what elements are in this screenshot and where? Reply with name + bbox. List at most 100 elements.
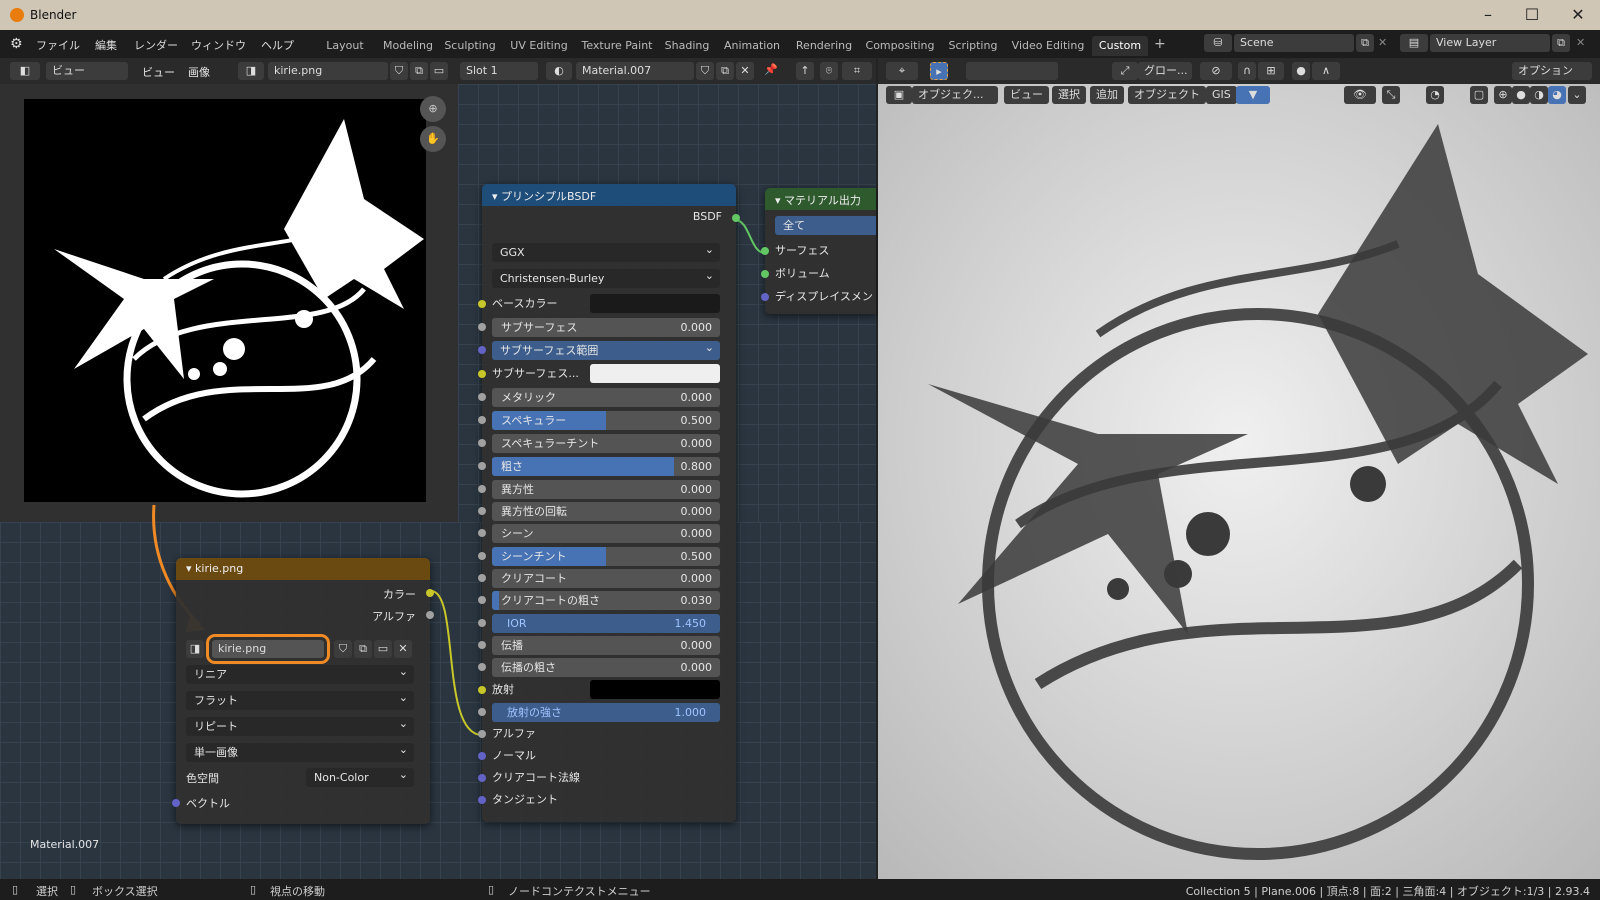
socket-transmission-roughness[interactable] <box>478 663 486 671</box>
object-mode-dropdown[interactable]: オブジェク... <box>912 86 998 104</box>
scene-selector-icon[interactable]: ⛁ <box>1204 34 1232 52</box>
transmission-field[interactable]: 伝播 0.000 <box>492 636 720 655</box>
output-node-header[interactable]: ▾ マテリアル出力 <box>765 188 876 210</box>
new-scene-icon[interactable]: ⧉ <box>1356 34 1374 52</box>
socket-specular[interactable] <box>478 416 486 424</box>
subsurface-field[interactable]: サブサーフェス 0.000 <box>492 318 720 337</box>
viewport-visibility-icon[interactable]: 👁 <box>1344 86 1376 104</box>
tab-custom[interactable]: Custom <box>1092 36 1148 56</box>
socket-sheen-tint[interactable] <box>478 552 486 560</box>
view-layer-field[interactable]: View Layer <box>1430 34 1550 52</box>
emission-strength-field[interactable]: 放射の強さ 1.000 <box>492 703 720 722</box>
minimize-button[interactable]: – <box>1466 4 1510 26</box>
gizmo-icon[interactable]: ⤡ <box>1382 86 1400 104</box>
subsurface-color-swatch[interactable] <box>590 364 720 383</box>
projection-dropdown[interactable]: フラット <box>186 688 414 710</box>
base-color-swatch[interactable] <box>590 294 720 313</box>
socket-subsurface[interactable] <box>478 323 486 331</box>
socket-clearcoat-roughness[interactable] <box>478 596 486 604</box>
clearcoat-field[interactable]: クリアコート 0.000 <box>492 569 720 588</box>
socket-anisotropic[interactable] <box>478 485 486 493</box>
emission-color-swatch[interactable] <box>590 680 720 699</box>
select-mode-group[interactable] <box>966 62 1058 80</box>
transform-orientation-icon[interactable]: ⤢ <box>1112 62 1138 80</box>
socket-displacement-in[interactable] <box>761 293 769 301</box>
remove-view-layer-icon[interactable]: ✕ <box>1576 36 1585 49</box>
solid-shading-icon[interactable]: ● <box>1512 86 1530 104</box>
new-view-layer-icon[interactable]: ⧉ <box>1552 34 1570 52</box>
specular-tint-field[interactable]: スペキュラーチント 0.000 <box>492 434 720 453</box>
interpolation-dropdown[interactable]: リニア <box>186 662 414 684</box>
gis-addon-icon[interactable]: ▼ <box>1236 86 1270 104</box>
close-button[interactable]: ✕ <box>1556 4 1600 26</box>
viewport-add-menu[interactable]: 追加 <box>1090 86 1124 104</box>
image-open-folder-icon[interactable]: ▭ <box>374 640 392 658</box>
anisotropic-field[interactable]: 異方性 0.000 <box>492 480 720 499</box>
material-shading-icon[interactable]: ◑ <box>1530 86 1548 104</box>
view-layer-selector-icon[interactable]: ▤ <box>1400 34 1428 52</box>
rendered-shading-icon[interactable]: ◕ <box>1548 86 1566 104</box>
socket-color-out[interactable] <box>426 589 434 597</box>
specular-field[interactable]: スペキュラー 0.500 <box>492 411 720 430</box>
distribution-dropdown[interactable]: GGX <box>492 240 720 262</box>
viewport-select-menu[interactable]: 選択 <box>1052 86 1086 104</box>
shading-options-icon[interactable]: ⌄ <box>1568 86 1586 104</box>
source-dropdown[interactable]: 単一画像 <box>186 740 414 762</box>
socket-tangent[interactable] <box>478 796 486 804</box>
image-file-field[interactable]: kirie.png <box>206 634 330 664</box>
roughness-field[interactable]: 粗さ 0.800 <box>492 457 720 476</box>
viewport-object-menu[interactable]: オブジェクト <box>1128 86 1206 104</box>
snapping-magnet-icon[interactable]: ∩ <box>1238 62 1256 80</box>
socket-specular-tint[interactable] <box>478 439 486 447</box>
colorspace-dropdown[interactable]: Non-Color <box>306 765 414 787</box>
scene-name-field[interactable]: Scene <box>1234 34 1354 52</box>
transmission-roughness-field[interactable]: 伝播の粗さ 0.000 <box>492 658 720 677</box>
object-mode-icon[interactable]: ▣ <box>886 86 912 104</box>
subsurface-method-dropdown[interactable]: Christensen-Burley <box>492 266 720 288</box>
socket-emission-strength[interactable] <box>478 708 486 716</box>
socket-bsdf-out[interactable] <box>732 214 740 222</box>
socket-metallic[interactable] <box>478 393 486 401</box>
subsurface-radius-dropdown[interactable]: サブサーフェス範囲 <box>492 338 720 360</box>
sheen-tint-field[interactable]: シーンチント 0.500 <box>492 547 720 566</box>
bsdf-node-header[interactable]: ▾ プリンシプルBSDF <box>482 184 736 206</box>
image-browse-icon[interactable]: ◨ <box>186 640 204 658</box>
socket-roughness[interactable] <box>478 462 486 470</box>
maximize-button[interactable]: ☐ <box>1510 4 1554 26</box>
image-unlink-icon[interactable]: ✕ <box>394 640 412 658</box>
viewport-view-menu[interactable]: ビュー <box>1004 86 1049 104</box>
socket-volume-in[interactable] <box>761 270 769 278</box>
pivot-icon[interactable]: ⊘ <box>1200 62 1232 80</box>
socket-sheen[interactable] <box>478 529 486 537</box>
clearcoat-roughness-field[interactable]: クリアコートの粗さ 0.030 <box>492 591 720 610</box>
snap-target-icon[interactable]: ⊞ <box>1258 62 1284 80</box>
transform-orientation-dropdown[interactable]: グロー... <box>1138 62 1192 80</box>
falloff-icon[interactable]: ∧ <box>1312 62 1340 80</box>
tab-scripting[interactable]: Scripting <box>944 36 1002 56</box>
socket-base-color[interactable] <box>478 300 486 308</box>
3d-viewport[interactable] <box>878 84 1600 879</box>
tab-video-editing[interactable]: Video Editing <box>1008 36 1088 56</box>
anisotropic-rotation-field[interactable]: 異方性の回転 0.000 <box>492 502 720 521</box>
wireframe-shading-icon[interactable]: ⊕ <box>1494 86 1512 104</box>
viewport-gis-menu[interactable]: GIS <box>1206 86 1237 104</box>
proportional-edit-icon[interactable]: ● <box>1292 62 1310 80</box>
socket-alpha-out[interactable] <box>426 611 434 619</box>
output-target-dropdown[interactable]: 全て <box>775 216 876 235</box>
sheen-field[interactable]: シーン 0.000 <box>492 524 720 543</box>
ior-field[interactable]: IOR 1.450 <box>492 614 720 633</box>
metallic-field[interactable]: メタリック 0.000 <box>492 388 720 407</box>
socket-subsurface-radius[interactable] <box>478 346 486 354</box>
extension-dropdown[interactable]: リピート <box>186 714 414 736</box>
socket-subsurface-color[interactable] <box>478 370 486 378</box>
image-fake-user-icon[interactable]: ⛉ <box>334 640 352 658</box>
socket-clearcoat-normal[interactable] <box>478 774 486 782</box>
material-output-node[interactable]: ▾ マテリアル出力 全て サーフェス ボリューム ディスプレイスメン <box>761 188 876 314</box>
image-new-icon[interactable]: ⧉ <box>354 640 372 658</box>
overlay-icon[interactable]: ◔ <box>1426 86 1444 104</box>
socket-vector-in[interactable] <box>172 799 180 807</box>
xray-icon[interactable]: ▢ <box>1470 86 1488 104</box>
socket-clearcoat[interactable] <box>478 574 486 582</box>
socket-ior[interactable] <box>478 619 486 627</box>
socket-anisotropic-rotation[interactable] <box>478 507 486 515</box>
